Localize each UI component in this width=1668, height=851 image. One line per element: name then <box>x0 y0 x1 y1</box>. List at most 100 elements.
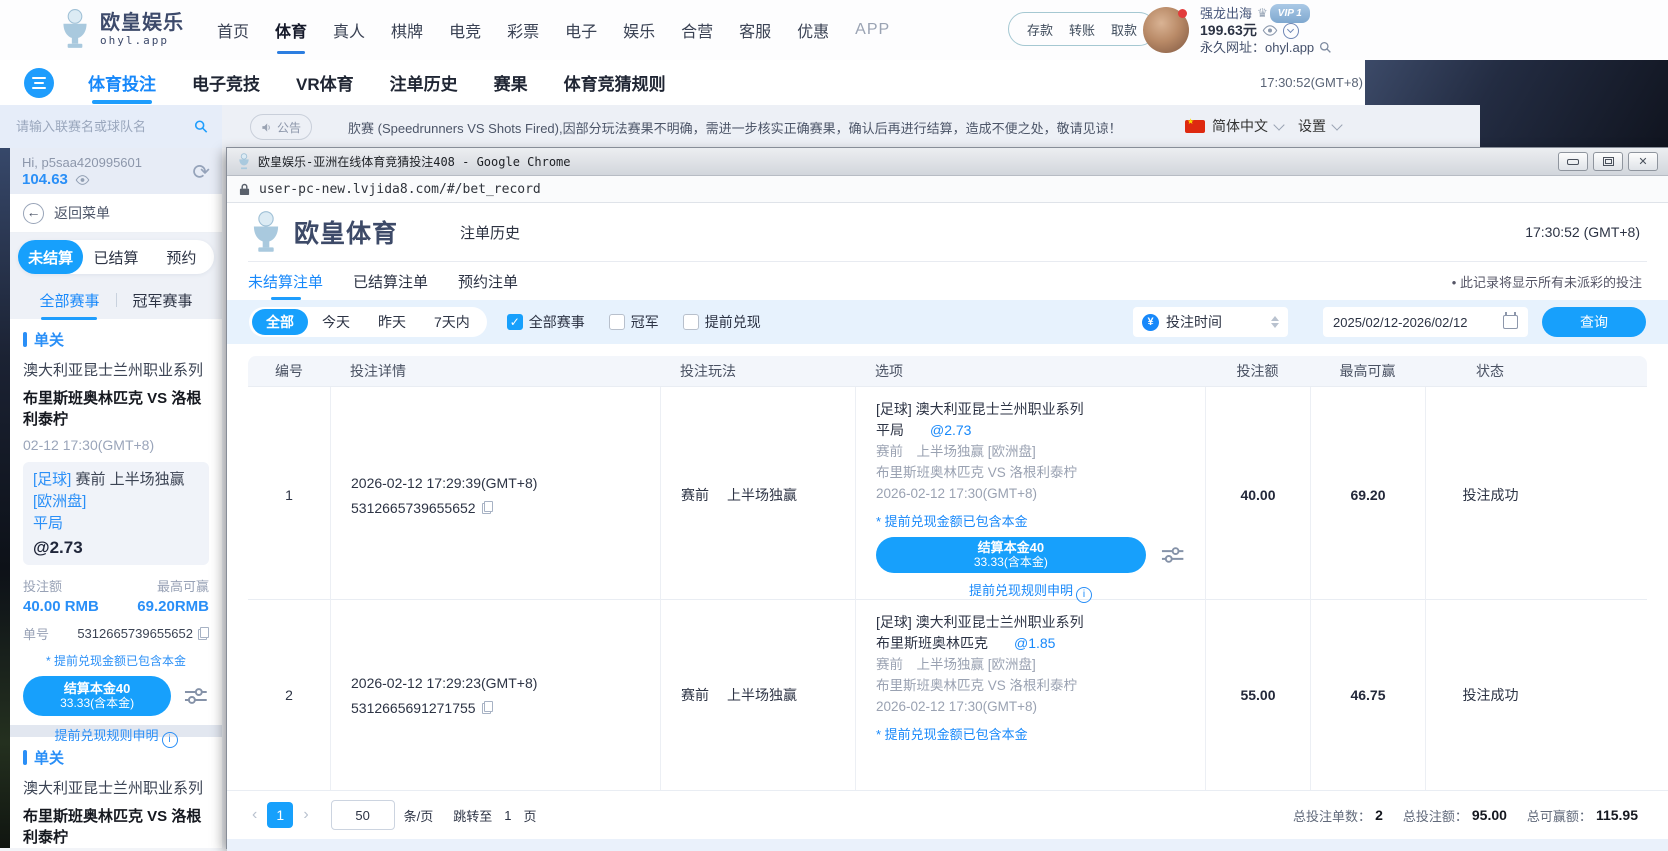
per-page-input[interactable] <box>331 800 395 830</box>
close-button[interactable]: ✕ <box>1628 152 1658 171</box>
transfer-button[interactable]: 转账 <box>1069 20 1095 39</box>
checkbox-early-cashout[interactable]: 提前兑现 <box>683 312 761 332</box>
tab-unsettled-orders[interactable]: 未结算注单 <box>248 271 323 292</box>
checkbox-checked-icon[interactable]: ✓ <box>507 314 523 330</box>
sports-logo-icon <box>248 210 284 254</box>
sidebar-eye-icon[interactable] <box>75 175 90 185</box>
odds-type-tag: [欧洲盘] <box>33 493 86 510</box>
permanent-url: 永久网址：ohyl.app <box>1200 39 1314 56</box>
sort-by-select[interactable]: ¥ 投注时间 <box>1133 307 1288 337</box>
bet-type-label: 单关 <box>23 747 209 768</box>
checkbox-all-events[interactable]: ✓ 全部赛事 <box>507 312 585 332</box>
range-yesterday[interactable]: 昨天 <box>364 309 420 335</box>
nav-cards[interactable]: 棋牌 <box>389 18 425 42</box>
tab-champion-events[interactable]: 冠军赛事 <box>133 290 193 311</box>
checkbox-champion[interactable]: 冠军 <box>609 312 659 332</box>
nav-support[interactable]: 客服 <box>737 18 773 42</box>
hamburger-menu-icon[interactable] <box>24 68 54 98</box>
withdraw-button[interactable]: 取款 <box>1111 20 1137 39</box>
minimize-button[interactable] <box>1558 152 1588 171</box>
current-page-button[interactable]: 1 <box>267 802 293 828</box>
range-all[interactable]: 全部 <box>252 309 308 335</box>
page-time: 17:30:52 (GMT+8) <box>1525 224 1640 240</box>
subnav-rules[interactable]: 体育竞猜规则 <box>564 70 666 95</box>
window-titlebar[interactable]: 欧皇娱乐-亚洲在线体育竞猜投注408 - Google Chrome ✕ <box>227 148 1668 176</box>
order-number: 5312665739655652 <box>351 500 476 516</box>
speaker-icon <box>261 122 272 133</box>
prev-page-icon[interactable]: ‹ <box>248 806 261 824</box>
url-search-icon[interactable] <box>1319 41 1332 54</box>
refresh-icon[interactable]: ⟳ <box>192 160 210 185</box>
range-7days[interactable]: 7天内 <box>420 309 484 335</box>
nav-app[interactable]: APP <box>853 21 892 39</box>
tab-reserved-orders[interactable]: 预约注单 <box>458 271 518 292</box>
notice-badge: 公告 <box>250 114 312 140</box>
nav-lottery[interactable]: 彩票 <box>505 18 541 42</box>
cashout-button[interactable]: 结算本金40 33.33(含本金) <box>23 676 171 716</box>
tab-reserved[interactable]: 预约 <box>149 240 214 274</box>
table-row: 1 2026-02-12 17:29:39(GMT+8) 53126657396… <box>248 386 1647 599</box>
copy-icon[interactable] <box>198 627 209 640</box>
page-header: 欧皇体育 注单历史 17:30:52 (GMT+8) <box>227 203 1668 261</box>
checkbox-unchecked-icon[interactable] <box>683 314 699 330</box>
per-page-label: 条/页 <box>404 806 434 825</box>
option-pick: 平局 <box>876 420 904 441</box>
copy-icon[interactable] <box>482 701 493 714</box>
total-amount: 95.00 <box>1472 807 1507 823</box>
subnav-sports-betting[interactable]: 体育投注 <box>88 70 156 95</box>
lock-icon <box>239 183 250 196</box>
page-content: 欧皇体育 注单历史 17:30:52 (GMT+8) 未结算注单 已结算注单 预… <box>227 203 1668 849</box>
subnav-results[interactable]: 赛果 <box>494 70 528 95</box>
nav-sports[interactable]: 体育 <box>273 18 309 42</box>
subnav-vr-sports[interactable]: VR体育 <box>296 70 354 95</box>
maximize-button[interactable] <box>1593 152 1623 171</box>
subnav-esports[interactable]: 电子竞技 <box>192 70 260 95</box>
record-hint: • 此记录将显示所有未派彩的投注 <box>1452 272 1642 291</box>
nav-esports[interactable]: 电竞 <box>447 18 483 42</box>
address-bar[interactable]: user-pc-new.lvjida8.com/#/bet_record <box>227 176 1668 203</box>
sliders-icon[interactable] <box>1160 545 1185 565</box>
page-url: user-pc-new.lvjida8.com/#/bet_record <box>259 182 541 197</box>
tab-settled-orders[interactable]: 已结算注单 <box>353 271 428 292</box>
date-range-input[interactable]: 2025/02/12-2026/02/12 <box>1323 307 1528 337</box>
sports-sub-nav: 体育投注 电子竞技 VR体育 注单历史 赛果 体育竞猜规则 17:30:52(G… <box>0 60 1365 105</box>
nav-entertainment[interactable]: 娱乐 <box>621 18 657 42</box>
tab-settled[interactable]: 已结算 <box>83 240 148 274</box>
balance-eye-icon[interactable] <box>1262 25 1278 36</box>
search-icon[interactable] <box>194 119 208 134</box>
range-today[interactable]: 今天 <box>308 309 364 335</box>
copy-icon[interactable] <box>482 501 493 514</box>
tab-all-events[interactable]: 全部赛事 <box>39 290 99 311</box>
back-to-menu[interactable]: ← 返回菜单 <box>10 194 222 233</box>
deposit-button[interactable]: 存款 <box>1027 20 1053 39</box>
bet-amount: 40.00 <box>1205 387 1310 603</box>
bet-time: 2026-02-12 17:29:39(GMT+8) <box>351 475 660 491</box>
nav-affiliate[interactable]: 合营 <box>679 18 715 42</box>
subnav-bet-history[interactable]: 注单历史 <box>390 70 458 95</box>
brand-logo[interactable]: 欧皇娱乐 ohyl.app <box>58 8 184 50</box>
chevron-down-icon <box>1273 119 1284 130</box>
sliders-icon[interactable] <box>183 686 209 706</box>
league-search-input[interactable] <box>14 118 194 135</box>
league-search <box>0 105 222 148</box>
nav-promo[interactable]: 优惠 <box>795 18 831 42</box>
nav-home[interactable]: 首页 <box>215 18 251 42</box>
cashout-button[interactable]: 结算本金40 33.33(含本金) <box>876 537 1146 573</box>
sports-brand-name: 欧皇体育 <box>294 214 398 250</box>
main-nav: 首页 体育 真人 棋牌 电竞 彩票 电子 娱乐 合营 客服 优惠 APP <box>215 0 892 60</box>
query-button[interactable]: 查询 <box>1542 307 1646 337</box>
bet-type-label: 单关 <box>23 329 209 350</box>
settings-selector[interactable]: 设置 <box>1298 116 1341 136</box>
col-amount: 投注额 <box>1205 356 1310 386</box>
vip-badge: ♛ VIP 1 <box>1257 4 1310 23</box>
tab-unsettled[interactable]: 未结算 <box>18 240 83 274</box>
balance-dropdown-icon[interactable] <box>1283 23 1299 39</box>
checkbox-unchecked-icon[interactable] <box>609 314 625 330</box>
avatar[interactable] <box>1143 7 1189 53</box>
language-selector[interactable]: 简体中文 <box>1185 116 1283 136</box>
jump-page-value[interactable]: 1 <box>504 808 511 823</box>
nav-live[interactable]: 真人 <box>331 18 367 42</box>
nav-slots[interactable]: 电子 <box>563 18 599 42</box>
top-header: 欧皇娱乐 ohyl.app 首页 体育 真人 棋牌 电竞 彩票 电子 娱乐 合营… <box>0 0 1668 60</box>
next-page-icon[interactable]: › <box>299 806 312 824</box>
